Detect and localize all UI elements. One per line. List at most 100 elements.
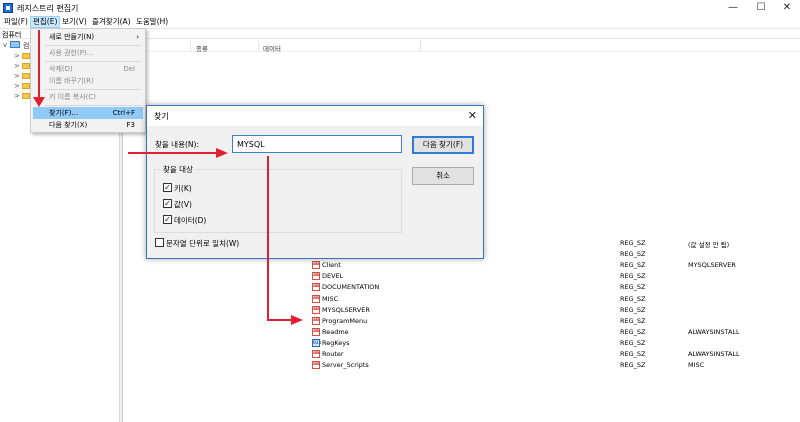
- list-row[interactable]: ab ProgramMenu REG_SZ: [310, 316, 790, 327]
- value-type: REG_SZ: [620, 239, 646, 247]
- binary-value-icon: 011: [312, 338, 322, 347]
- value-type: REG_SZ: [620, 327, 646, 336]
- menu-separator: [45, 61, 141, 62]
- list-row[interactable]: ab DEVEL REG_SZ: [310, 271, 790, 282]
- menu-item-label: 삭제(D): [49, 65, 73, 73]
- value-type: REG_SZ: [620, 250, 646, 259]
- menu-item-copy-key-name[interactable]: 키 이름 복사(C): [33, 91, 143, 103]
- value-type: REG_SZ: [620, 361, 646, 370]
- value-name: DEVEL: [322, 272, 344, 281]
- menu-item-label: 찾기(F)...: [49, 109, 79, 117]
- list-row[interactable]: ab Readme REG_SZ ALWAYSINSTALL: [310, 327, 790, 338]
- chevron-down-icon[interactable]: v: [3, 41, 7, 49]
- menu-file[interactable]: 파일(F): [2, 16, 30, 28]
- list-row[interactable]: ab Router REG_SZ ALWAYSINSTALL: [310, 349, 790, 360]
- cancel-button[interactable]: 취소: [412, 167, 474, 185]
- menu-separator: [45, 89, 141, 90]
- folder-icon[interactable]: [22, 53, 30, 59]
- folder-icon[interactable]: [22, 93, 30, 99]
- column-divider[interactable]: [190, 40, 191, 52]
- close-icon[interactable]: ✕: [468, 109, 477, 122]
- edit-menu-dropdown: 새로 만들기(N) › 사용 권한(P)... 삭제(D) Del 이름 바꾸기…: [30, 28, 146, 133]
- folder-icon[interactable]: [22, 73, 30, 79]
- string-value-icon: ab: [312, 327, 320, 336]
- regedit-app-icon: [3, 3, 13, 13]
- menu-favorites[interactable]: 즐겨찾기(A): [90, 16, 133, 28]
- menu-item-label: 사용 권한(P)...: [49, 49, 94, 57]
- annotation-arrow-line: [267, 319, 293, 321]
- value-name: DOCUMENTATION: [322, 283, 380, 292]
- menu-item-rename[interactable]: 이름 바꾸기(R): [33, 75, 143, 87]
- keys-checkbox-label: 키(K): [174, 184, 192, 193]
- look-at-group: 찾을 대상 ✓ 키(K) ✓ 값(V) ✓ 데이터(D): [154, 164, 402, 233]
- chevron-right-icon[interactable]: >: [14, 52, 20, 60]
- menu-item-label: 키 이름 복사(C): [49, 93, 96, 101]
- menu-view[interactable]: 보기(V): [60, 16, 89, 28]
- value-data: (값 설정 안 됨): [688, 241, 730, 249]
- minimize-button[interactable]: —: [724, 2, 742, 14]
- annotation-arrow-line: [267, 156, 269, 321]
- chevron-right-icon[interactable]: >: [14, 82, 20, 90]
- column-divider[interactable]: [420, 40, 421, 52]
- menu-separator: [45, 105, 141, 106]
- find-what-input[interactable]: [232, 135, 402, 153]
- chevron-right-icon[interactable]: >: [14, 62, 20, 70]
- folder-icon[interactable]: [22, 63, 30, 69]
- menu-separator: [45, 45, 141, 46]
- find-dialog: 찾기 ✕ 찾을 내용(N): 찾을 대상 ✓ 키(K) ✓ 값(V) ✓ 데이터…: [146, 105, 484, 259]
- value-name: Readme: [322, 327, 349, 336]
- value-data: ALWAYSINSTALL: [688, 327, 740, 336]
- list-row[interactable]: 011 RegKeys REG_SZ: [310, 338, 790, 349]
- annotation-arrow-line: [128, 152, 218, 154]
- column-header-type[interactable]: 종류: [196, 43, 208, 53]
- keys-checkbox[interactable]: ✓: [163, 183, 172, 192]
- value-name: MYSQLSERVER: [322, 305, 370, 314]
- value-data: MYSQLSERVER: [688, 261, 736, 270]
- list-row[interactable]: ab Server_Scripts REG_SZ MISC: [310, 360, 790, 371]
- values-checkbox-label: 값(V): [174, 200, 192, 209]
- string-value-icon: ab: [312, 261, 320, 270]
- computer-icon: [10, 41, 20, 48]
- menu-item-new[interactable]: 새로 만들기(N) ›: [33, 31, 143, 43]
- menu-item-find-next[interactable]: 다음 찾기(X) F3: [33, 119, 143, 131]
- value-data: MISC: [688, 361, 705, 370]
- menu-help[interactable]: 도움말(H): [134, 16, 170, 28]
- value-name: ProgramMenu: [322, 316, 368, 325]
- list-row[interactable]: ab MYSQLSERVER REG_SZ: [310, 305, 790, 316]
- look-at-label: 찾을 대상: [161, 164, 195, 175]
- list-row[interactable]: ab DOCUMENTATION REG_SZ: [310, 282, 790, 293]
- value-name: Server_Scripts: [322, 361, 369, 370]
- menu-item-delete[interactable]: 삭제(D) Del: [33, 63, 143, 75]
- menu-item-find[interactable]: 찾기(F)... Ctrl+F: [33, 107, 143, 119]
- value-type: REG_SZ: [620, 283, 646, 292]
- column-divider[interactable]: [258, 40, 259, 52]
- chevron-right-icon[interactable]: >: [14, 72, 20, 80]
- chevron-right-icon[interactable]: >: [14, 92, 20, 100]
- find-next-button[interactable]: 다음 찾기(F): [412, 136, 474, 154]
- maximize-button[interactable]: ☐: [752, 2, 770, 14]
- title-bar: 레지스트리 편집기 — ☐ ✕: [0, 0, 800, 16]
- value-data: ALWAYSINSTALL: [688, 350, 740, 358]
- match-whole-string-checkbox[interactable]: [155, 238, 164, 247]
- column-header-data[interactable]: 데이터: [263, 43, 281, 53]
- values-checkbox[interactable]: ✓: [163, 199, 172, 208]
- submenu-arrow-icon: ›: [136, 33, 139, 41]
- arrow-right-icon: [291, 315, 303, 325]
- close-button[interactable]: ✕: [778, 2, 796, 14]
- value-type: REG_SZ: [620, 294, 646, 303]
- data-checkbox[interactable]: ✓: [163, 215, 172, 224]
- list-row[interactable]: ab MISC REG_SZ: [310, 294, 790, 305]
- menu-item-label: 다음 찾기(X): [49, 121, 88, 129]
- menu-item-permissions[interactable]: 사용 권한(P)...: [33, 47, 143, 59]
- list-row[interactable]: ab Client REG_SZ MYSQLSERVER: [310, 260, 790, 271]
- menu-edit[interactable]: 편집(E): [30, 16, 61, 28]
- menu-item-shortcut: Ctrl+F: [112, 109, 135, 117]
- folder-icon[interactable]: [22, 83, 30, 89]
- tree-root-label[interactable]: 컴: [23, 41, 29, 50]
- string-value-icon: ab: [312, 316, 320, 325]
- value-type: REG_SZ: [620, 272, 646, 281]
- string-value-icon: ab: [312, 350, 320, 358]
- menu-item-label: 새로 만들기(N): [49, 33, 95, 41]
- window-title: 레지스트리 편집기: [17, 4, 79, 13]
- value-type: REG_SZ: [620, 261, 646, 270]
